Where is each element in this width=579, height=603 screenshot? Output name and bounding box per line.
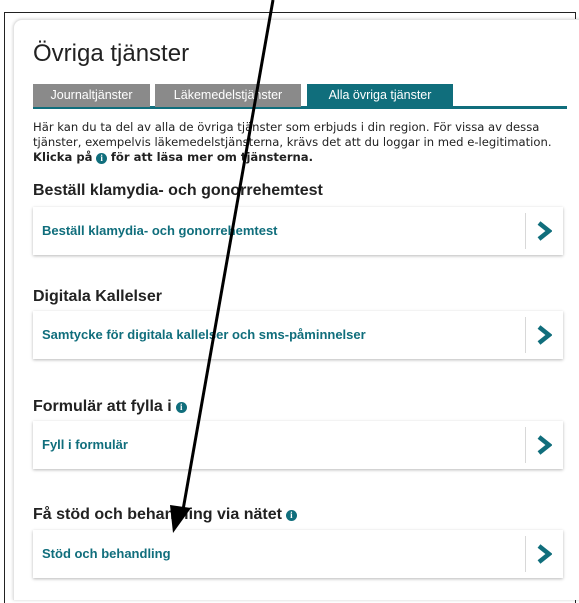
service-card-klamydia[interactable]: Beställ klamydia- och gonorrehemtest — [33, 207, 563, 255]
intro-text: Här kan du ta del av alla de övriga tjän… — [33, 120, 565, 165]
service-link-formular[interactable]: Fyll i formulär — [42, 421, 128, 469]
card-divider — [525, 317, 526, 353]
tab-alla-ovriga-tjanster[interactable]: Alla övriga tjänster — [307, 84, 453, 107]
service-card-stod[interactable]: Stöd och behandling — [33, 530, 563, 578]
info-icon[interactable]: i — [285, 510, 297, 521]
service-link-stod[interactable]: Stöd och behandling — [42, 530, 171, 578]
service-link-klamydia[interactable]: Beställ klamydia- och gonorrehemtest — [42, 207, 278, 255]
section-heading-stod: Få stöd och behandling via nätet i — [33, 506, 297, 524]
service-link-kallelser[interactable]: Samtycke för digitala kallelser och sms-… — [42, 311, 366, 359]
section-heading-text: Digitala Kallelser — [33, 288, 162, 305]
tab-lakemedelstjanster[interactable]: Läkemedelstjänster — [155, 84, 301, 107]
page-title: Övriga tjänster — [33, 40, 190, 67]
section-heading-digitala-kallelser: Digitala Kallelser — [33, 288, 162, 306]
service-card-kallelser[interactable]: Samtycke för digitala kallelser och sms-… — [33, 311, 563, 359]
chevron-right-icon[interactable] — [536, 221, 552, 241]
intro-bold-suffix: för att läsa mer om tjänsterna. — [110, 150, 314, 164]
intro-bold-prefix: Klicka på — [33, 150, 93, 164]
intro-body: Här kan du ta del av alla de övriga tjän… — [33, 120, 552, 149]
tab-journaltjanster[interactable]: Journaltjänster — [33, 84, 150, 107]
section-heading-klamydia: Beställ klamydia- och gonorrehemtest — [33, 182, 323, 200]
section-heading-text: Formulär att fylla i — [33, 398, 172, 415]
card-divider — [525, 427, 526, 463]
section-heading-formular: Formulär att fylla ii — [33, 398, 187, 416]
tab-bar: Journaltjänster Läkemedelstjänster Alla … — [33, 84, 567, 107]
section-heading-text: Få stöd och behandling via nätet — [33, 506, 282, 523]
section-heading-text: Beställ klamydia- och gonorrehemtest — [33, 182, 323, 199]
chevron-right-icon[interactable] — [536, 544, 552, 564]
info-icon[interactable]: i — [175, 402, 187, 413]
info-icon: i — [96, 153, 108, 164]
service-card-formular[interactable]: Fyll i formulär — [33, 421, 563, 469]
card-divider — [525, 213, 526, 249]
chevron-right-icon[interactable] — [536, 435, 552, 455]
chevron-right-icon[interactable] — [536, 325, 552, 345]
card-divider — [525, 536, 526, 572]
